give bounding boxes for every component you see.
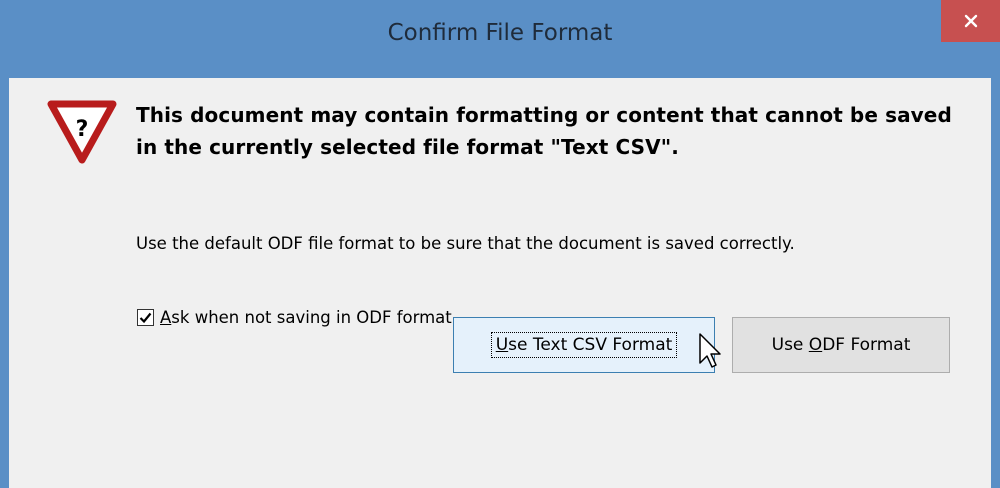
- ask-odf-checkbox[interactable]: [137, 309, 154, 326]
- checkmark-icon: [139, 312, 152, 324]
- use-csv-label-rest: se Text CSV Format: [508, 335, 673, 355]
- use-odf-label-rest: DF Format: [822, 335, 911, 355]
- focus-rect: Use Text CSV Format: [490, 332, 678, 358]
- dialog-window: Confirm File Format ? This document may …: [0, 0, 1000, 488]
- ask-odf-checkbox-label: Ask when not saving in ODF format: [160, 308, 452, 327]
- ask-odf-checkbox-row[interactable]: Ask when not saving in ODF format: [137, 308, 452, 327]
- use-odf-label: Use ODF Format: [772, 335, 911, 355]
- use-text-csv-format-button[interactable]: Use Text CSV Format: [453, 317, 715, 373]
- ask-odf-label-rest: sk when not saving in ODF format: [171, 308, 452, 327]
- dialog-info-text: Use the default ODF file format to be su…: [136, 234, 795, 253]
- window-title: Confirm File Format: [387, 20, 613, 46]
- dialog-headline: This document may contain formatting or …: [136, 103, 952, 159]
- warning-triangle-question-icon: ?: [47, 100, 117, 164]
- mouse-cursor-icon: [699, 333, 721, 368]
- close-button[interactable]: [941, 0, 1000, 42]
- mnemonic-o: O: [808, 335, 823, 355]
- dialog-body: ? This document may contain formatting o…: [9, 78, 991, 488]
- svg-text:?: ?: [76, 117, 89, 142]
- title-bar[interactable]: Confirm File Format: [0, 0, 1000, 78]
- use-odf-format-button[interactable]: Use ODF Format: [732, 317, 950, 373]
- use-odf-label-pre: Use: [771, 335, 809, 355]
- close-icon: [964, 14, 977, 28]
- mnemonic-u: U: [495, 335, 509, 355]
- mnemonic-a: A: [160, 308, 172, 327]
